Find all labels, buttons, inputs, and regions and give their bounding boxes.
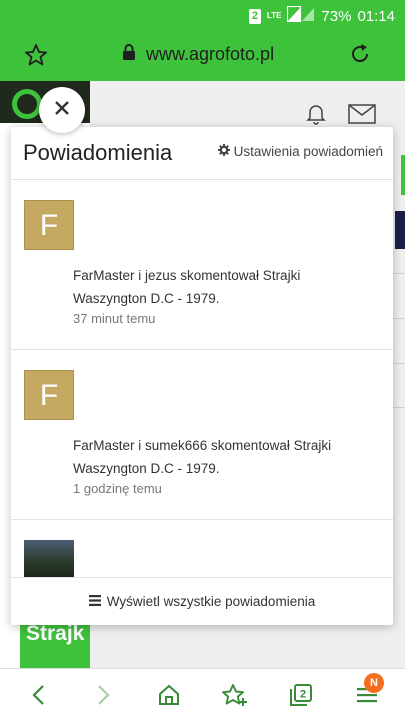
tabs-icon[interactable]: 2 <box>288 682 314 708</box>
back-arrow-icon[interactable] <box>25 682 51 708</box>
menu-notification-badge: N <box>364 673 384 693</box>
clock: 01:14 <box>357 7 395 25</box>
browser-toolbar: www.agrofoto.pl <box>0 30 405 81</box>
browser-bottom-nav: 2 N <box>0 668 405 720</box>
notification-item[interactable]: F FarMaster i jezus skomentował Strajki … <box>11 180 393 350</box>
notification-time: 1 godzinę temu <box>73 481 162 496</box>
mail-icon[interactable] <box>348 104 376 129</box>
view-all-label: Wyświetl wszystkie powiadomienia <box>106 594 316 609</box>
close-icon <box>55 100 69 120</box>
notification-item[interactable]: F FarMaster i sumek666 skomentował Straj… <box>11 350 393 520</box>
avatar-photo <box>24 540 74 580</box>
sim-slot-badge: 2 <box>248 8 261 24</box>
site-accent-bar <box>401 155 405 195</box>
lock-icon <box>122 44 136 65</box>
site-dark-bar <box>395 211 405 249</box>
home-icon[interactable] <box>156 682 182 708</box>
network-type: LTE <box>266 11 282 20</box>
site-article-headline[interactable]: Strajk 1979 <box>20 621 90 668</box>
status-bar: 2 LTE 73% 01:14 <box>0 0 405 30</box>
panel-title: Powiadomienia <box>23 140 173 165</box>
settings-label: Ustawienia powiadomień <box>233 144 383 159</box>
bell-icon[interactable] <box>306 103 326 130</box>
bookmarks-star-icon[interactable] <box>222 682 248 708</box>
view-all-notifications-button[interactable]: Wyświetl wszystkie powiadomienia <box>11 577 393 625</box>
notification-settings-link[interactable]: Ustawienia powiadomień <box>217 144 383 159</box>
status-indicators: 2 LTE 73% 01:14 <box>248 5 395 26</box>
notification-text: FarMaster i jezus skomentował Strajki Wa… <box>73 268 301 306</box>
forward-arrow-icon[interactable] <box>91 682 117 708</box>
tabs-count: 2 <box>300 689 306 701</box>
reload-icon[interactable] <box>348 42 372 71</box>
list-icon <box>88 594 101 609</box>
avatar: F <box>24 370 74 420</box>
close-panel-button[interactable] <box>39 87 85 133</box>
notification-item[interactable] <box>11 520 393 580</box>
url-text: www.agrofoto.pl <box>146 44 275 64</box>
bookmark-star-icon[interactable] <box>24 43 48 72</box>
gear-icon <box>217 144 230 159</box>
notifications-header: Powiadomienia Ustawienia powiadomień <box>11 127 393 180</box>
notification-time: 37 minut temu <box>73 311 156 326</box>
site-header-icons <box>306 103 376 130</box>
signal-icon <box>287 5 315 26</box>
address-bar[interactable]: www.agrofoto.pl <box>122 44 274 65</box>
notification-text: FarMaster i sumek666 skomentował Strajki… <box>73 438 332 476</box>
notifications-panel: Powiadomienia Ustawienia powiadomień F F… <box>11 127 393 625</box>
battery-level: 73% <box>321 7 352 25</box>
avatar: F <box>24 200 74 250</box>
